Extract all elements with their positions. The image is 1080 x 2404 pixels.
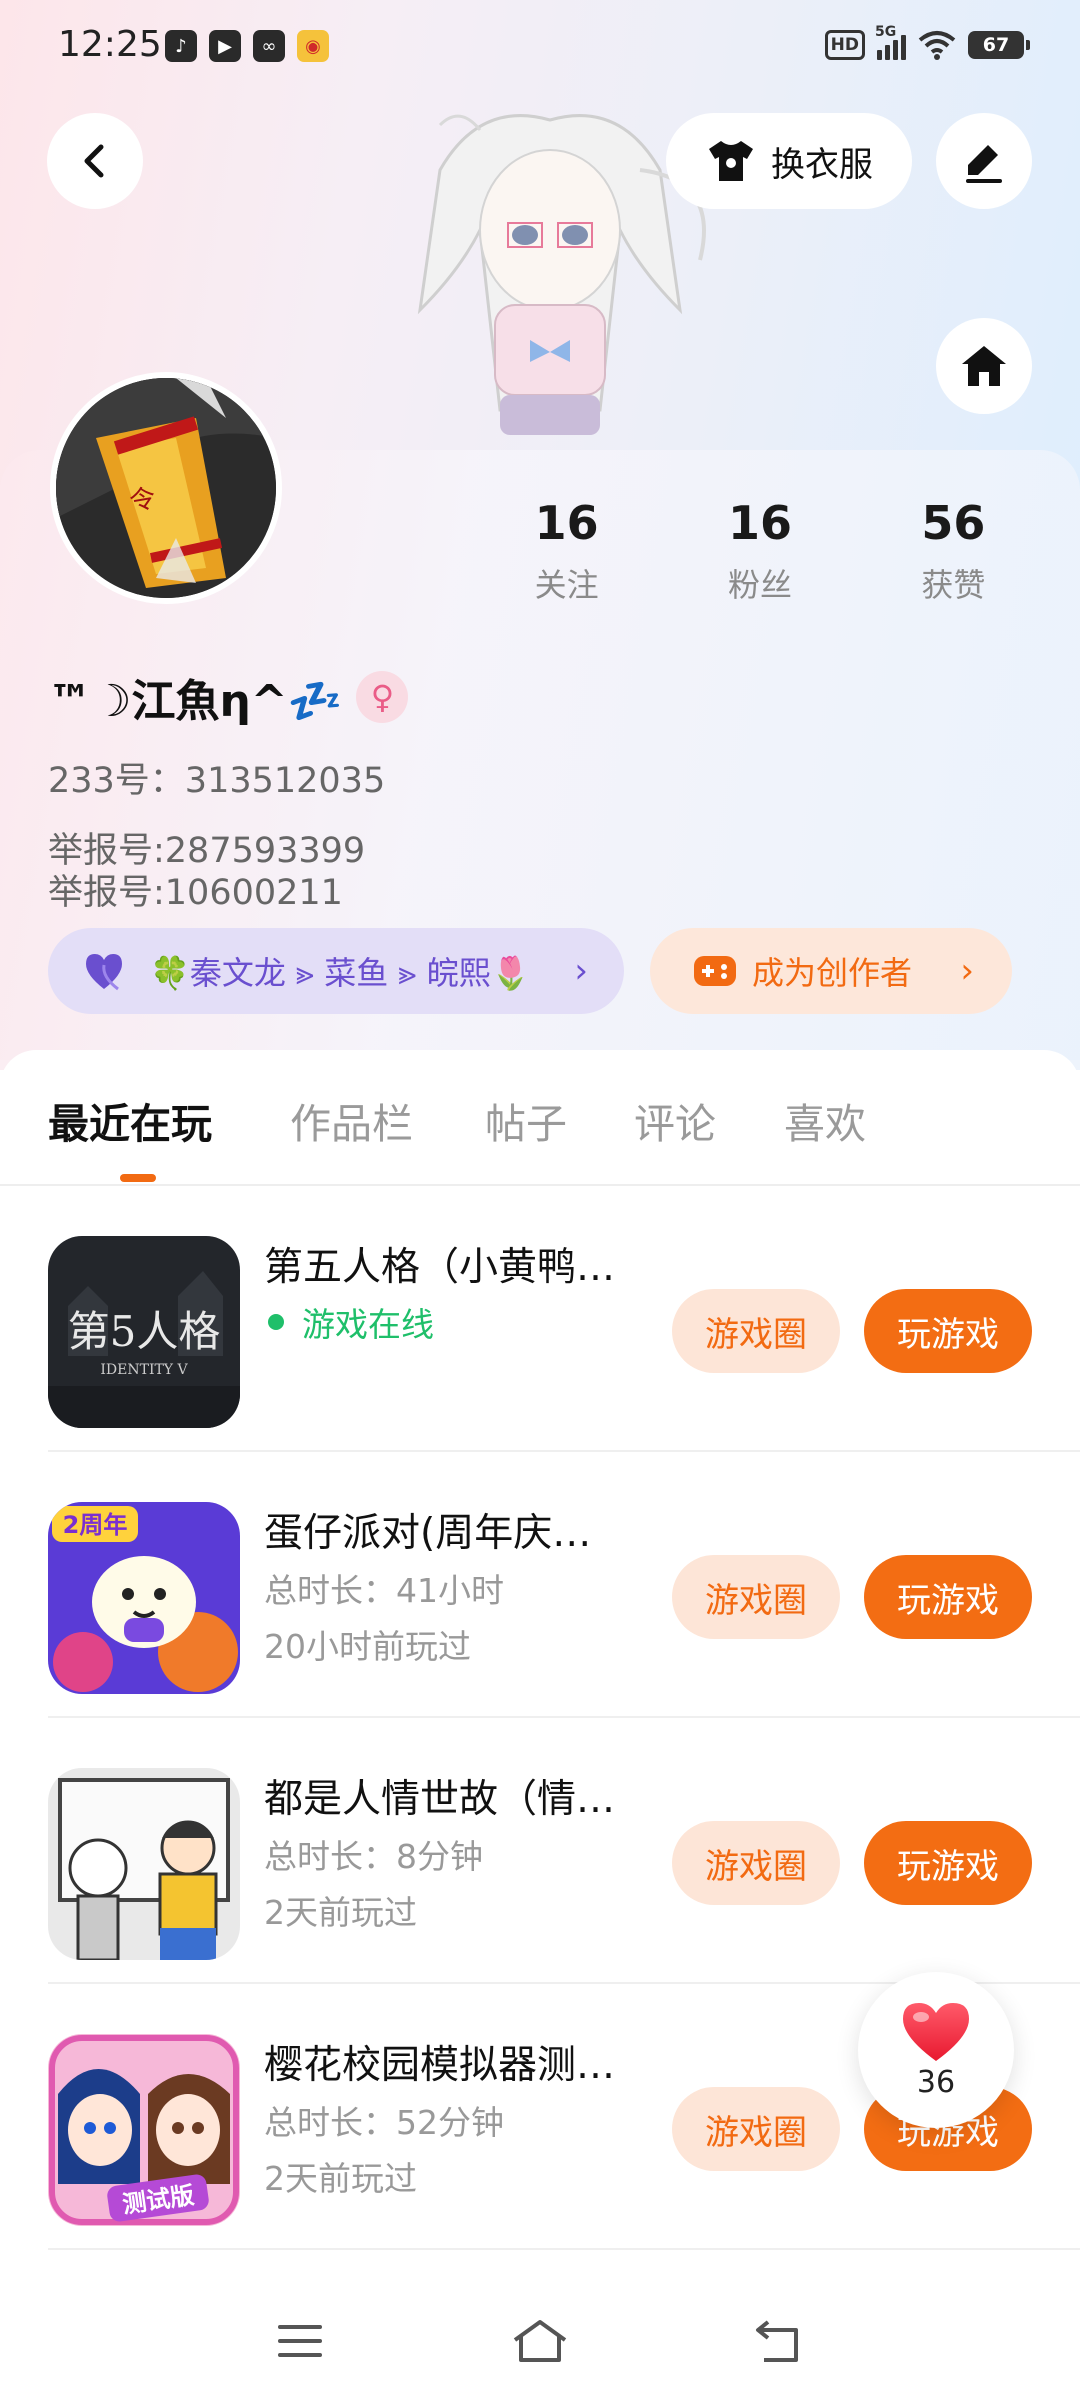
- change-outfit-button[interactable]: 换衣服: [666, 113, 912, 209]
- heart-icon: [86, 954, 122, 991]
- anniversary-badge: 2周年: [63, 1511, 128, 1539]
- network-type: 5G: [875, 24, 897, 40]
- become-creator-label: 成为创作者: [752, 954, 913, 992]
- game-title: 第五人格（小黄鸭…: [264, 1245, 616, 1290]
- battery-icon: 67: [968, 31, 1030, 59]
- like-count: 36: [916, 2064, 956, 2100]
- profile-stats: 16 关注 16 粉丝 56 获赞: [470, 496, 1050, 606]
- play-game-button[interactable]: 玩游戏: [864, 1821, 1032, 1905]
- game-last-played: 20小时前玩过: [264, 1627, 471, 1666]
- pen-icon: [966, 145, 1002, 183]
- tab-likes[interactable]: 喜欢: [784, 1090, 866, 1150]
- game-icon-identity-v: 第5人格 IDENTITY V: [48, 1236, 240, 1428]
- game-title: 都是人情世故（情…: [264, 1777, 616, 1822]
- notification-icons: ♪ ▶ ∞ ◉: [165, 30, 329, 62]
- fan-group-pill[interactable]: 🍀秦文龙 ⪢ 菜鱼 ⪢ 皖熙🌷 ›: [48, 928, 624, 1014]
- tab-comments[interactable]: 评论: [634, 1090, 716, 1150]
- username: ™☽江魚η^💤: [48, 676, 343, 727]
- home-icon[interactable]: [510, 2316, 570, 2366]
- game-online-label: 游戏在线: [302, 1305, 434, 1344]
- play-game-button[interactable]: 玩游戏: [864, 1555, 1032, 1639]
- tshirt-icon: [709, 141, 753, 181]
- homepage-button[interactable]: [936, 318, 1032, 414]
- chevron-right-icon: ›: [960, 951, 974, 991]
- system-nav-bar: [0, 2276, 1080, 2404]
- username-row: ™☽江魚η^💤 ♀: [48, 665, 409, 729]
- game-icon-social-skills: [48, 1768, 240, 1960]
- floating-like-button[interactable]: 36: [858, 1972, 1014, 2128]
- game-icon-eggy-party: 2周年: [48, 1502, 240, 1694]
- identity-v-logo-text: 第5人格: [68, 1307, 221, 1356]
- status-indicators: HD 5G 67: [824, 24, 1030, 60]
- profile-tabs: 最近在玩 作品栏 帖子 评论 喜欢: [0, 1090, 1080, 1180]
- stat-label: 粉丝: [727, 566, 792, 604]
- list-item-game[interactable]: 都是人情世故（情… 总时长：8分钟 2天前玩过 游戏圈 玩游戏: [0, 1718, 1080, 1984]
- hd-icon: HD: [824, 30, 865, 60]
- game-last-played: 2天前玩过: [264, 1893, 417, 1932]
- avatar[interactable]: 令: [50, 372, 282, 604]
- svg-text:令: 令: [127, 483, 158, 517]
- active-tab-indicator: [120, 1174, 156, 1182]
- chevron-right-icon: ›: [574, 951, 588, 991]
- game-circle-button[interactable]: 游戏圈: [672, 1821, 840, 1905]
- heart-icon: [903, 2002, 969, 2061]
- game-playtime: 总时长：52分钟: [264, 2103, 504, 2142]
- menu-icon[interactable]: [270, 2316, 330, 2366]
- status-time: 12:25: [58, 24, 162, 65]
- stat-followers[interactable]: 16 粉丝: [663, 496, 856, 606]
- list-item-game[interactable]: 第5人格 IDENTITY V 第五人格（小黄鸭… 游戏在线 游戏圈 玩游戏: [0, 1186, 1080, 1452]
- chevron-left-icon: [84, 144, 104, 178]
- back-nav-icon[interactable]: [750, 2316, 810, 2366]
- status-bar: 12:25 ♪ ▶ ∞ ◉ HD 5G 67: [0, 0, 1080, 95]
- weibo-icon: ◉: [297, 30, 329, 62]
- game-circle-button[interactable]: 游戏圈: [672, 1555, 840, 1639]
- tiktok-icon: ♪: [165, 30, 197, 62]
- signal-icon: 5G: [875, 24, 906, 60]
- stat-value: 16: [727, 496, 792, 550]
- edit-profile-button[interactable]: [936, 113, 1032, 209]
- game-status: 游戏在线: [264, 1298, 434, 1346]
- identity-v-logo-subtext: IDENTITY V: [100, 1362, 188, 1378]
- female-gender-icon: ♀: [356, 671, 409, 723]
- fan-group-text: 🍀秦文龙 ⪢ 菜鱼 ⪢ 皖熙🌷: [150, 954, 531, 992]
- stat-label: 获赞: [921, 566, 986, 604]
- game-title: 蛋仔派对(周年庆…: [264, 1511, 592, 1556]
- play-icon: ▶: [209, 30, 241, 62]
- play-game-button[interactable]: 玩游戏: [864, 1289, 1032, 1373]
- game-playtime: 总时长：41小时: [264, 1571, 504, 1610]
- list-item-game[interactable]: 2周年 蛋仔派对(周年庆… 总时长：41小时 20小时前玩过 游戏圈 玩游戏: [0, 1452, 1080, 1718]
- house-icon: [962, 346, 1006, 386]
- game-circle-button[interactable]: 游戏圈: [672, 1289, 840, 1373]
- gamepad-icon: [694, 956, 736, 986]
- back-button[interactable]: [47, 113, 143, 209]
- tab-posts[interactable]: 帖子: [485, 1090, 567, 1150]
- tab-recently-played[interactable]: 最近在玩: [48, 1090, 212, 1150]
- become-creator-pill[interactable]: 成为创作者 ›: [650, 928, 1012, 1014]
- row-divider: [48, 2248, 1080, 2250]
- report-number-2: 举报号:10600211: [48, 873, 343, 913]
- stat-value: 16: [534, 496, 599, 550]
- stat-label: 关注: [534, 566, 599, 604]
- wifi-icon: [918, 31, 956, 60]
- game-icon-sakura-school: 测试版: [48, 2034, 240, 2226]
- stat-following[interactable]: 16 关注: [470, 496, 663, 606]
- online-dot-icon: [268, 1314, 284, 1330]
- link-icon: ∞: [253, 30, 285, 62]
- game-circle-button[interactable]: 游戏圈: [672, 2087, 840, 2171]
- change-outfit-label: 换衣服: [771, 144, 873, 185]
- tab-works[interactable]: 作品栏: [290, 1090, 413, 1150]
- game-last-played: 2天前玩过: [264, 2159, 417, 2198]
- stat-likes[interactable]: 56 获赞: [857, 496, 1050, 606]
- user-id: 233号：313512035: [48, 761, 386, 801]
- avatar-image: 令: [56, 378, 276, 598]
- game-title: 樱花校园模拟器测…: [264, 2043, 616, 2088]
- stat-value: 56: [921, 496, 986, 550]
- game-playtime: 总时长：8分钟: [264, 1837, 483, 1876]
